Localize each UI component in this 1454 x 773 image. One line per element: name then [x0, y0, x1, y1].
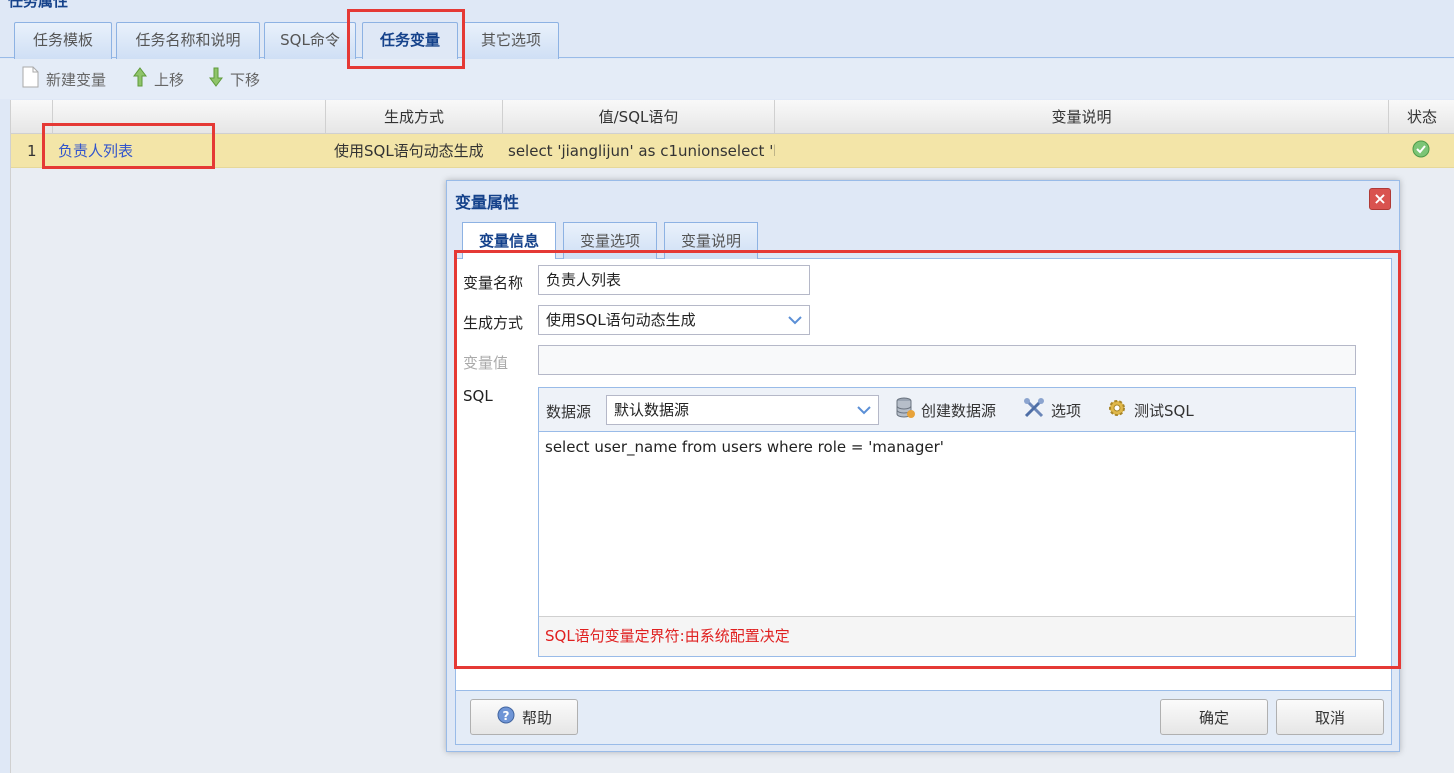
main-tabbar: 任务模板 任务名称和说明 SQL命令 任务变量 其它选项 — [0, 10, 1454, 61]
tab-template[interactable]: 任务模板 — [14, 22, 112, 59]
value-label: 变量值 — [463, 354, 509, 372]
name-label: 变量名称 — [463, 274, 524, 292]
tab-variable-description[interactable]: 变量说明 — [664, 222, 758, 259]
dialog-tabbar: 变量信息 变量选项 变量说明 — [455, 219, 1392, 260]
cancel-button[interactable]: 取消 — [1276, 699, 1384, 735]
row-index: 1 — [27, 142, 37, 160]
table-row[interactable]: 1 负责人列表 使用SQL语句动态生成 select 'jianglijun' … — [11, 134, 1454, 168]
move-up-button[interactable]: 上移 — [132, 67, 184, 91]
row-value: select 'jianglijun' as c1unionselect 'he — [508, 142, 775, 160]
datasource-select-value: 默认数据源 — [614, 401, 690, 419]
test-sql-button[interactable]: 测试SQL — [1106, 398, 1194, 422]
method-label: 生成方式 — [463, 314, 524, 332]
tab-variable-options[interactable]: 变量选项 — [563, 222, 657, 259]
help-label: 帮助 — [521, 708, 552, 727]
close-icon[interactable]: × — [1369, 188, 1391, 210]
sql-editor: 数据源 默认数据源 创建数据源 选项 测试SQL select user_nam… — [538, 387, 1356, 657]
tab-other-options[interactable]: 其它选项 — [463, 22, 559, 59]
arrow-down-icon — [208, 66, 224, 92]
gear-icon — [1106, 397, 1128, 423]
chevron-down-icon[interactable] — [850, 396, 878, 424]
sql-label: SQL — [463, 387, 493, 405]
column-header-index — [11, 100, 53, 134]
dialog-body: 变量名称 负责人列表 生成方式 使用SQL语句动态生成 变量值 SQL 数据源 … — [455, 259, 1392, 691]
datasource-label: 数据源 — [546, 403, 592, 421]
tools-icon — [1023, 397, 1045, 423]
dialog-title: 变量属性 — [455, 193, 520, 212]
column-header-status[interactable]: 状态 — [1389, 100, 1454, 134]
chevron-down-icon[interactable] — [781, 306, 809, 334]
column-header-method[interactable]: 生成方式 — [326, 100, 503, 134]
tab-name-description[interactable]: 任务名称和说明 — [116, 22, 260, 59]
variable-name-field[interactable]: 负责人列表 — [538, 265, 810, 295]
row-variable-name[interactable]: 负责人列表 — [53, 134, 326, 168]
svg-text:?: ? — [503, 709, 510, 723]
column-header-value[interactable]: 值/SQL语句 — [503, 100, 775, 134]
tab-sql-command[interactable]: SQL命令 — [264, 22, 356, 59]
datasource-select[interactable]: 默认数据源 — [606, 395, 879, 425]
sql-toolbar: 数据源 默认数据源 创建数据源 选项 测试SQL — [539, 388, 1355, 432]
column-header-description[interactable]: 变量说明 — [775, 100, 1389, 134]
variable-value-field — [538, 345, 1356, 375]
variable-properties-dialog: 变量属性 × 变量信息 变量选项 变量说明 变量名称 负责人列表 生成方式 使用… — [446, 180, 1400, 752]
options-label: 选项 — [1051, 401, 1082, 420]
arrow-up-icon — [132, 66, 148, 92]
ok-button[interactable]: 确定 — [1160, 699, 1268, 735]
new-document-icon — [20, 66, 40, 92]
method-select[interactable]: 使用SQL语句动态生成 — [538, 305, 810, 335]
tab-variable-info[interactable]: 变量信息 — [462, 222, 556, 260]
column-header-name[interactable] — [53, 100, 326, 134]
create-datasource-label: 创建数据源 — [921, 401, 997, 420]
row-description — [775, 134, 1389, 168]
panel-title: 任务属性 — [8, 0, 69, 10]
new-variable-label: 新建变量 — [46, 70, 107, 89]
move-up-label: 上移 — [154, 70, 185, 89]
database-icon — [895, 397, 915, 423]
status-ok-icon — [1411, 134, 1441, 168]
variable-toolbar: 新建变量 上移 下移 — [0, 59, 1454, 99]
dialog-footer: ? 帮助 确定 取消 — [455, 691, 1392, 745]
create-datasource-button[interactable]: 创建数据源 — [895, 397, 997, 423]
test-sql-label: 测试SQL — [1134, 401, 1194, 420]
new-variable-button[interactable]: 新建变量 — [20, 66, 107, 92]
options-button[interactable]: 选项 — [1023, 398, 1081, 422]
move-down-label: 下移 — [230, 70, 261, 89]
help-icon: ? — [496, 705, 516, 729]
sql-text-area[interactable]: select user_name from users where role =… — [545, 438, 944, 456]
help-button[interactable]: ? 帮助 — [470, 699, 578, 735]
sql-delimiter-note: SQL语句变量定界符:由系统配置决定 — [539, 616, 1355, 656]
grid-header: 生成方式 值/SQL语句 变量说明 状态 — [11, 100, 1454, 134]
row-method: 使用SQL语句动态生成 — [334, 142, 484, 160]
move-down-button[interactable]: 下移 — [208, 67, 260, 91]
method-select-value: 使用SQL语句动态生成 — [546, 311, 696, 329]
tab-variables[interactable]: 任务变量 — [362, 22, 458, 61]
